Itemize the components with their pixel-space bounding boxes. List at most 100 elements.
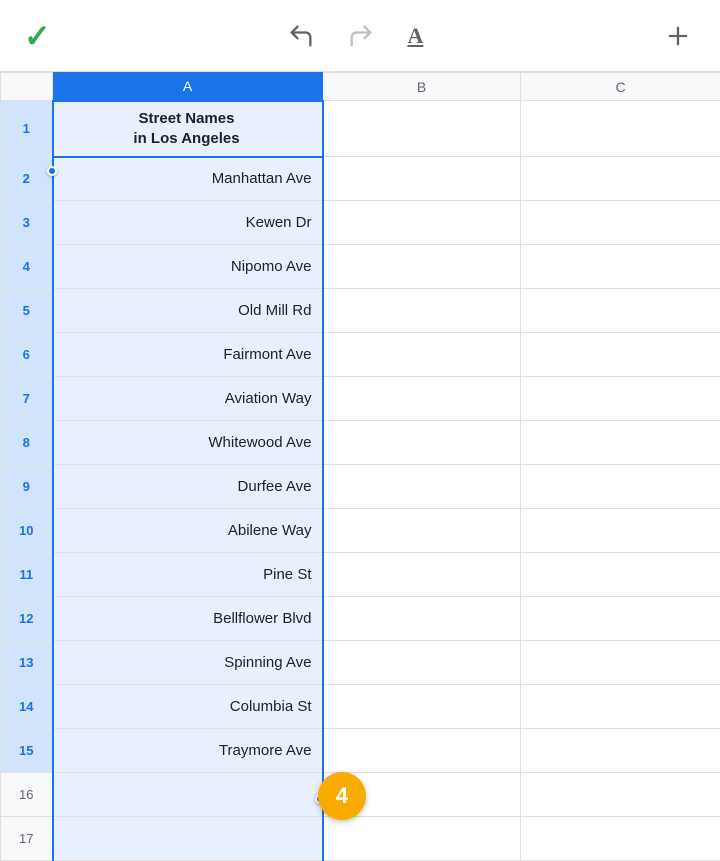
table-row[interactable]: 9Durfee Ave: [1, 465, 720, 509]
cell-c-16[interactable]: [521, 773, 720, 817]
add-button[interactable]: [660, 18, 696, 54]
cell-a-5[interactable]: Old Mill Rd: [53, 289, 323, 333]
cell-b-7[interactable]: [323, 377, 521, 421]
cell-c-17[interactable]: [521, 817, 720, 861]
selection-handle-top[interactable]: [47, 166, 57, 176]
row-number-1[interactable]: 1: [1, 101, 53, 157]
column-header-row: A B C: [1, 73, 720, 101]
cell-c-1[interactable]: [521, 101, 720, 157]
cell-c-3[interactable]: [521, 201, 720, 245]
table-row[interactable]: 14Columbia St: [1, 685, 720, 729]
cell-b-5[interactable]: [323, 289, 521, 333]
row-number-14[interactable]: 14: [1, 685, 53, 729]
table-row[interactable]: 10Abilene Way: [1, 509, 720, 553]
cell-c-15[interactable]: [521, 729, 720, 773]
row-number-10[interactable]: 10: [1, 509, 53, 553]
cell-a-17[interactable]: [53, 817, 323, 861]
text-format-button[interactable]: A: [403, 19, 427, 53]
col-header-c[interactable]: C: [521, 73, 720, 101]
row-number-5[interactable]: 5: [1, 289, 53, 333]
cell-c-10[interactable]: [521, 509, 720, 553]
table-row[interactable]: 7Aviation Way: [1, 377, 720, 421]
cell-c-12[interactable]: [521, 597, 720, 641]
table-row[interactable]: 2Manhattan Ave: [1, 157, 720, 201]
cell-a-14[interactable]: Columbia St: [53, 685, 323, 729]
cell-c-6[interactable]: [521, 333, 720, 377]
cell-c-2[interactable]: [521, 157, 720, 201]
cell-b-12[interactable]: [323, 597, 521, 641]
cell-b-8[interactable]: [323, 421, 521, 465]
col-header-a[interactable]: A: [53, 73, 323, 101]
cell-b-10[interactable]: [323, 509, 521, 553]
cell-c-5[interactable]: [521, 289, 720, 333]
cell-c-11[interactable]: [521, 553, 720, 597]
row-number-12[interactable]: 12: [1, 597, 53, 641]
cell-b-4[interactable]: [323, 245, 521, 289]
cell-c-14[interactable]: [521, 685, 720, 729]
cell-a-15[interactable]: Traymore Ave: [53, 729, 323, 773]
cell-a-2[interactable]: Manhattan Ave: [53, 157, 323, 201]
row-number-9[interactable]: 9: [1, 465, 53, 509]
cell-c-7[interactable]: [521, 377, 720, 421]
cell-b-2[interactable]: [323, 157, 521, 201]
col-header-b[interactable]: B: [323, 73, 521, 101]
cell-a-10[interactable]: Abilene Way: [53, 509, 323, 553]
cell-a-6[interactable]: Fairmont Ave: [53, 333, 323, 377]
row-number-8[interactable]: 8: [1, 421, 53, 465]
cell-a-9[interactable]: Durfee Ave: [53, 465, 323, 509]
cell-b-6[interactable]: [323, 333, 521, 377]
row-number-2[interactable]: 2: [1, 157, 53, 201]
cell-a-12[interactable]: Bellflower Blvd: [53, 597, 323, 641]
cell-b-3[interactable]: [323, 201, 521, 245]
confirm-icon[interactable]: ✓: [24, 20, 51, 52]
table-row[interactable]: 8Whitewood Ave: [1, 421, 720, 465]
table-row[interactable]: 15Traymore Ave: [1, 729, 720, 773]
cell-a-1[interactable]: Street Namesin Los Angeles: [53, 101, 323, 157]
cell-c-4[interactable]: [521, 245, 720, 289]
cell-b-13[interactable]: [323, 641, 521, 685]
cell-b-1[interactable]: [323, 101, 521, 157]
cell-b-9[interactable]: [323, 465, 521, 509]
cell-b-17[interactable]: [323, 817, 521, 861]
cell-b-15[interactable]: [323, 729, 521, 773]
table-row[interactable]: 1Street Namesin Los Angeles: [1, 101, 720, 157]
spreadsheet-table: A B C 1Street Namesin Los Angeles2Manhat…: [0, 72, 720, 861]
table-row[interactable]: 4Nipomo Ave: [1, 245, 720, 289]
cell-a-13[interactable]: Spinning Ave: [53, 641, 323, 685]
row-number-15[interactable]: 15: [1, 729, 53, 773]
cell-c-13[interactable]: [521, 641, 720, 685]
table-row[interactable]: 6Fairmont Ave: [1, 333, 720, 377]
table-row[interactable]: 13Spinning Ave: [1, 641, 720, 685]
toolbar-left: ✓: [24, 20, 51, 52]
toolbar: ✓ A: [0, 0, 720, 72]
table-row[interactable]: 12Bellflower Blvd: [1, 597, 720, 641]
row-number-4[interactable]: 4: [1, 245, 53, 289]
cell-b-14[interactable]: [323, 685, 521, 729]
cell-a-8[interactable]: Whitewood Ave: [53, 421, 323, 465]
cell-a-4[interactable]: Nipomo Ave: [53, 245, 323, 289]
row-number-17[interactable]: 17: [1, 817, 53, 861]
row-number-6[interactable]: 6: [1, 333, 53, 377]
spreadsheet: A B C 1Street Namesin Los Angeles2Manhat…: [0, 72, 720, 861]
cell-c-8[interactable]: [521, 421, 720, 465]
table-row[interactable]: 3Kewen Dr: [1, 201, 720, 245]
cell-a-11[interactable]: Pine St: [53, 553, 323, 597]
row-number-11[interactable]: 11: [1, 553, 53, 597]
row-count-badge: 4: [318, 772, 366, 820]
row-number-16[interactable]: 16: [1, 773, 53, 817]
redo-button[interactable]: [343, 18, 379, 54]
table-row[interactable]: 17: [1, 817, 720, 861]
row-number-7[interactable]: 7: [1, 377, 53, 421]
toolbar-right: [660, 18, 696, 54]
corner-header: [1, 73, 53, 101]
undo-button[interactable]: [283, 18, 319, 54]
row-number-13[interactable]: 13: [1, 641, 53, 685]
table-row[interactable]: 5Old Mill Rd: [1, 289, 720, 333]
cell-a-16[interactable]: [53, 773, 323, 817]
cell-c-9[interactable]: [521, 465, 720, 509]
row-number-3[interactable]: 3: [1, 201, 53, 245]
cell-a-7[interactable]: Aviation Way: [53, 377, 323, 421]
cell-b-11[interactable]: [323, 553, 521, 597]
table-row[interactable]: 11Pine St: [1, 553, 720, 597]
cell-a-3[interactable]: Kewen Dr: [53, 201, 323, 245]
